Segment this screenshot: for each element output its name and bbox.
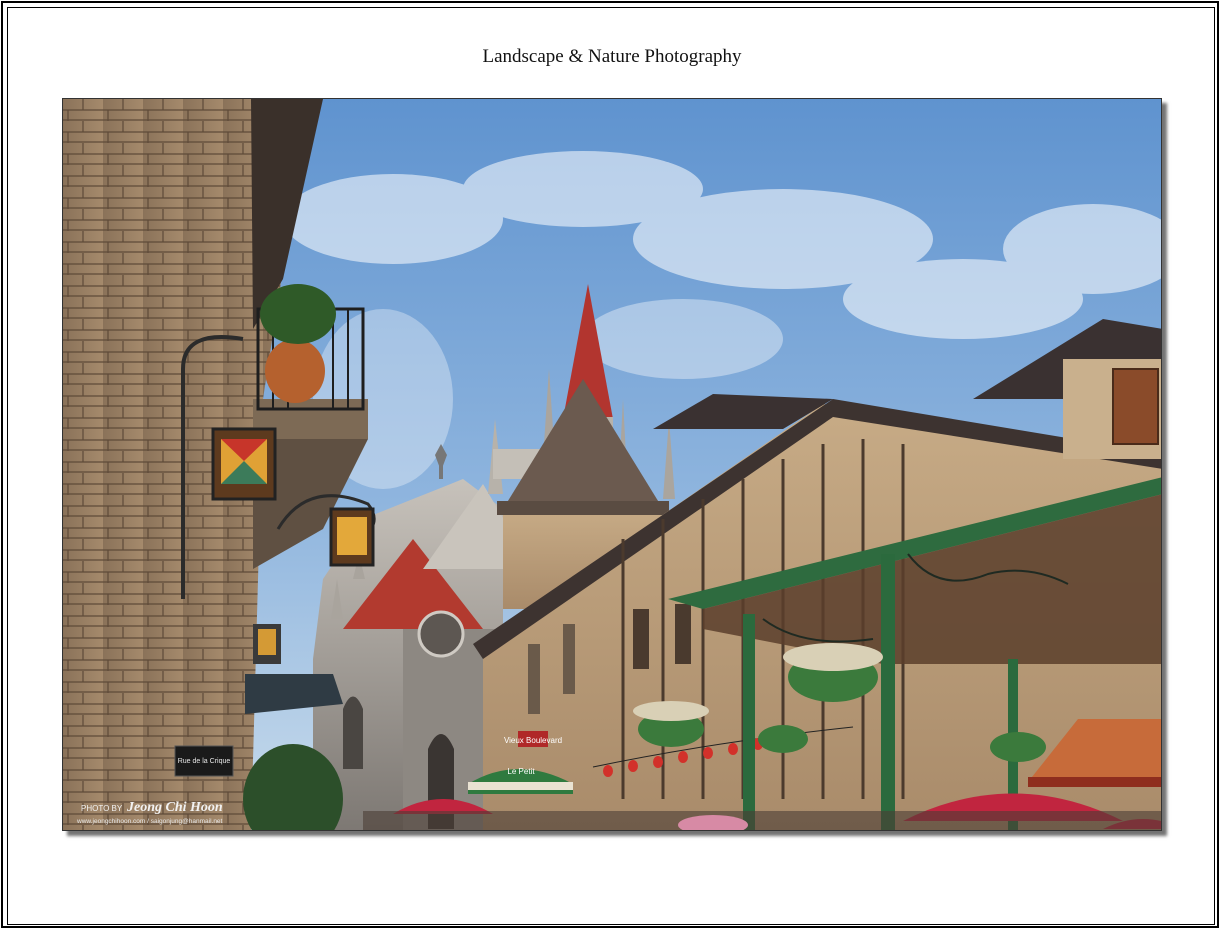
cafe-awning-label: Le Petit (507, 767, 535, 776)
photo-watermark: PHOTO BY Jeong Chi Hoon www.jeongchihoon… (76, 800, 223, 825)
landscape-photo: Vieux Boulevard Le Petit Rue de la Criqu… (62, 98, 1162, 831)
street-plaque: Rue de la Crique (178, 758, 231, 765)
watermark-name: Jeong Chi Hoon (126, 800, 223, 815)
street-ground (363, 811, 1161, 830)
watermark-prefix: PHOTO BY (81, 804, 123, 813)
shop-sign: Vieux Boulevard (504, 736, 562, 745)
page-title: Landscape & Nature Photography (482, 46, 742, 67)
watermark-contact: www.jeongchihoon.com / saigonjung@hanmai… (76, 818, 223, 825)
